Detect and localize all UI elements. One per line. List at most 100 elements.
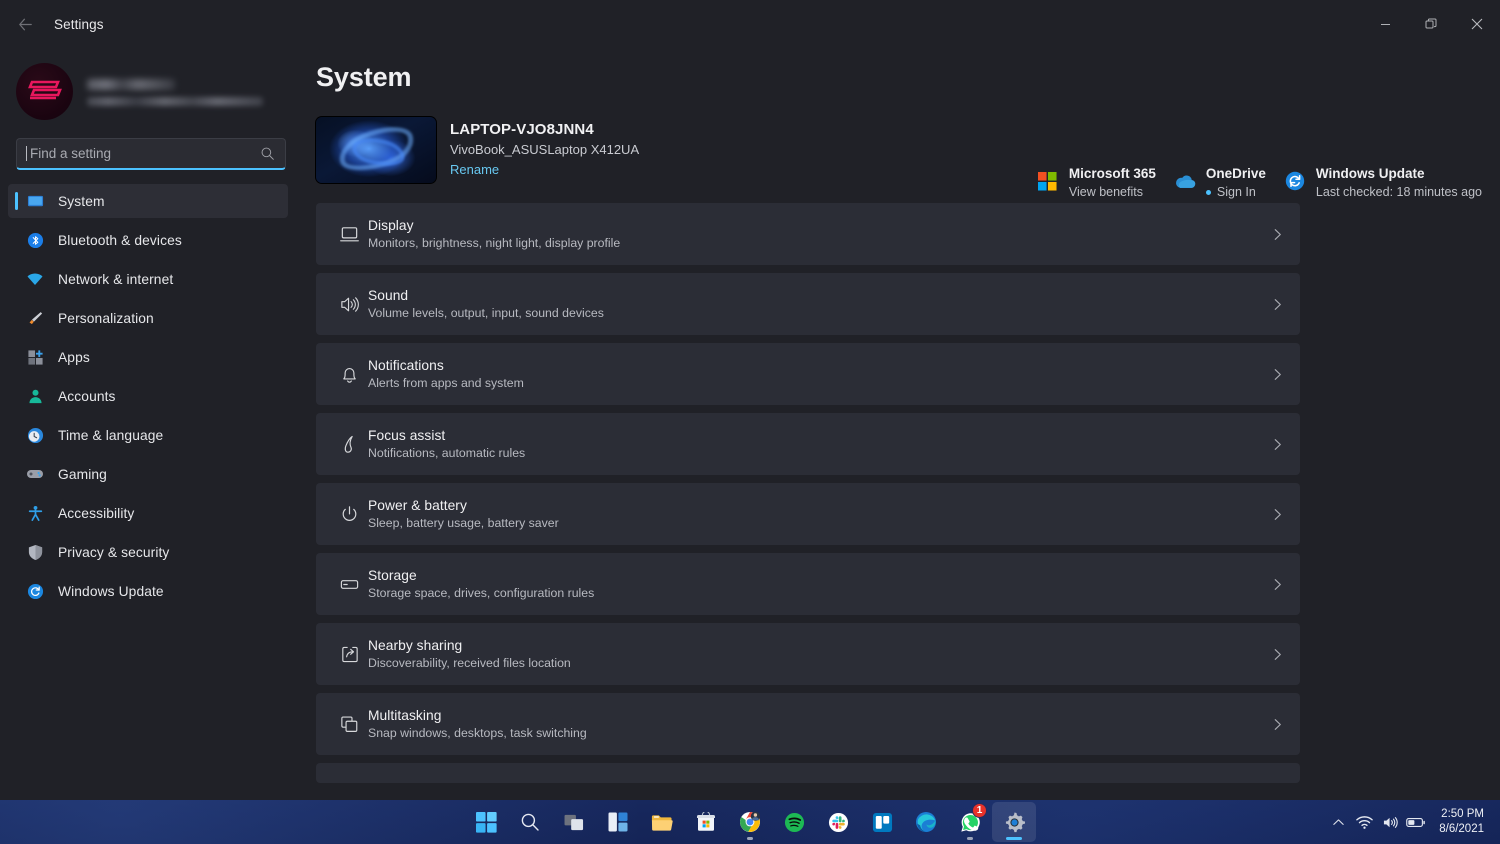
back-button[interactable]	[6, 8, 44, 40]
sidebar: System Bluetooth & devices Network	[0, 48, 300, 800]
row-subtitle: Snap windows, desktops, task switching	[368, 726, 587, 740]
sidebar-item-network-internet[interactable]: Network & internet	[8, 262, 288, 296]
search-box[interactable]	[16, 138, 286, 170]
settings-row-display[interactable]: Display Monitors, brightness, night ligh…	[316, 203, 1300, 265]
microsoft-365-card[interactable]: Microsoft 365 View benefits	[1037, 166, 1174, 199]
running-indicator	[967, 837, 973, 840]
paintbrush-icon	[26, 309, 44, 327]
taskbar: 1 2:50 PM 8/6/2021	[0, 800, 1500, 844]
account-header[interactable]	[0, 48, 300, 126]
system-tray: 2:50 PM 8/6/2021	[1325, 800, 1500, 844]
task-view-button[interactable]	[552, 802, 596, 842]
settings-row-next-partial[interactable]	[316, 763, 1300, 783]
card-subtitle: Sign In	[1205, 185, 1266, 199]
display-icon	[330, 224, 368, 245]
row-subtitle: Storage space, drives, configuration rul…	[368, 586, 595, 600]
bell-icon	[330, 364, 368, 385]
start-button[interactable]	[464, 802, 508, 842]
row-title: Storage	[368, 568, 417, 583]
windows-update-card[interactable]: Windows Update Last checked: 18 minutes …	[1284, 166, 1500, 199]
status-dot	[1205, 189, 1211, 195]
search-button[interactable]	[508, 802, 552, 842]
microsoft-365-icon	[1037, 170, 1059, 192]
slack[interactable]	[816, 802, 860, 842]
sidebar-item-windows-update[interactable]: Windows Update	[8, 574, 288, 608]
power-icon	[330, 504, 368, 525]
account-name-redacted	[87, 78, 175, 90]
google-chrome[interactable]	[728, 802, 772, 842]
chevron-right-icon	[1271, 648, 1284, 661]
settings-window: Settings Find a setting System Bluetooth…	[0, 0, 1500, 844]
close-button[interactable]	[1454, 0, 1500, 48]
microsoft-edge[interactable]	[904, 802, 948, 842]
window-controls	[1362, 0, 1500, 48]
sidebar-item-label: System	[58, 193, 105, 209]
widgets-button[interactable]	[596, 802, 640, 842]
row-subtitle: Volume levels, output, input, sound devi…	[368, 306, 604, 320]
sidebar-item-label: Accounts	[58, 388, 116, 404]
sidebar-item-gaming[interactable]: Gaming	[8, 457, 288, 491]
settings-taskbar-button[interactable]	[992, 802, 1036, 842]
row-subtitle: Sleep, battery usage, battery saver	[368, 516, 559, 530]
maximize-button[interactable]	[1408, 0, 1454, 48]
settings-row-sound[interactable]: Sound Volume levels, output, input, soun…	[316, 273, 1300, 335]
settings-row-notifications[interactable]: Notifications Alerts from apps and syste…	[316, 343, 1300, 405]
trello[interactable]	[860, 802, 904, 842]
row-title: Power & battery	[368, 498, 467, 513]
sidebar-item-accounts[interactable]: Accounts	[8, 379, 288, 413]
clock[interactable]: 2:50 PM 8/6/2021	[1429, 804, 1492, 840]
clock-icon	[26, 426, 44, 444]
sidebar-item-system[interactable]: System	[8, 184, 288, 218]
row-title: Focus assist	[368, 428, 446, 443]
sidebar-item-apps[interactable]: Apps	[8, 340, 288, 374]
sidebar-item-time-language[interactable]: Time & language	[8, 418, 288, 452]
clock-time: 2:50 PM	[1441, 808, 1484, 820]
search-icon	[260, 146, 275, 161]
sidebar-item-accessibility[interactable]: Accessibility	[8, 496, 288, 530]
card-title: Windows Update	[1315, 166, 1425, 181]
device-model: VivoBook_ASUSLaptop X412UA	[450, 142, 640, 157]
quick-status-cards: Microsoft 365 View benefits OneDrive Sig…	[1037, 166, 1500, 199]
wifi-icon	[26, 270, 44, 288]
settings-row-focus-assist[interactable]: Focus assist Notifications, automatic ru…	[316, 413, 1300, 475]
show-hidden-icons-button[interactable]	[1325, 804, 1351, 840]
person-icon	[26, 387, 44, 405]
microsoft-store[interactable]	[684, 802, 728, 842]
row-title: Display	[368, 218, 414, 233]
running-indicator	[747, 837, 753, 840]
wifi-tray-icon[interactable]	[1351, 804, 1377, 840]
row-subtitle: Alerts from apps and system	[368, 376, 524, 390]
sidebar-item-label: Bluetooth & devices	[58, 232, 182, 248]
chevron-right-icon	[1271, 578, 1284, 591]
settings-row-power-battery[interactable]: Power & battery Sleep, battery usage, ba…	[316, 483, 1300, 545]
settings-row-multitasking[interactable]: Multitasking Snap windows, desktops, tas…	[316, 693, 1300, 755]
sidebar-item-personalization[interactable]: Personalization	[8, 301, 288, 335]
whatsapp[interactable]: 1	[948, 802, 992, 842]
sidebar-item-label: Gaming	[58, 466, 107, 482]
chevron-right-icon	[1271, 368, 1284, 381]
chevron-right-icon	[1271, 718, 1284, 731]
sidebar-item-bluetooth-devices[interactable]: Bluetooth & devices	[8, 223, 288, 257]
row-subtitle: Notifications, automatic rules	[368, 446, 526, 460]
clock-date: 8/6/2021	[1439, 823, 1484, 835]
rename-link[interactable]: Rename	[450, 162, 639, 177]
search-input[interactable]	[27, 146, 260, 161]
settings-row-nearby-sharing[interactable]: Nearby sharing Discoverability, received…	[316, 623, 1300, 685]
file-explorer[interactable]	[640, 802, 684, 842]
window-title: Settings	[54, 16, 104, 32]
sidebar-item-label: Windows Update	[58, 583, 164, 599]
card-subtitle: View benefits	[1068, 185, 1143, 199]
apps-icon	[26, 348, 44, 366]
sidebar-item-privacy-security[interactable]: Privacy & security	[8, 535, 288, 569]
update-icon	[26, 582, 44, 600]
volume-tray-icon[interactable]	[1377, 804, 1403, 840]
spotify[interactable]	[772, 802, 816, 842]
accessibility-icon	[26, 504, 44, 522]
row-subtitle: Discoverability, received files location	[368, 656, 571, 670]
battery-tray-icon[interactable]	[1403, 804, 1429, 840]
device-name: LAPTOP-VJO8JNN4	[450, 121, 594, 138]
page-title: System	[316, 62, 412, 92]
onedrive-card[interactable]: OneDrive Sign In	[1174, 166, 1284, 199]
settings-row-storage[interactable]: Storage Storage space, drives, configura…	[316, 553, 1300, 615]
minimize-button[interactable]	[1362, 0, 1408, 48]
